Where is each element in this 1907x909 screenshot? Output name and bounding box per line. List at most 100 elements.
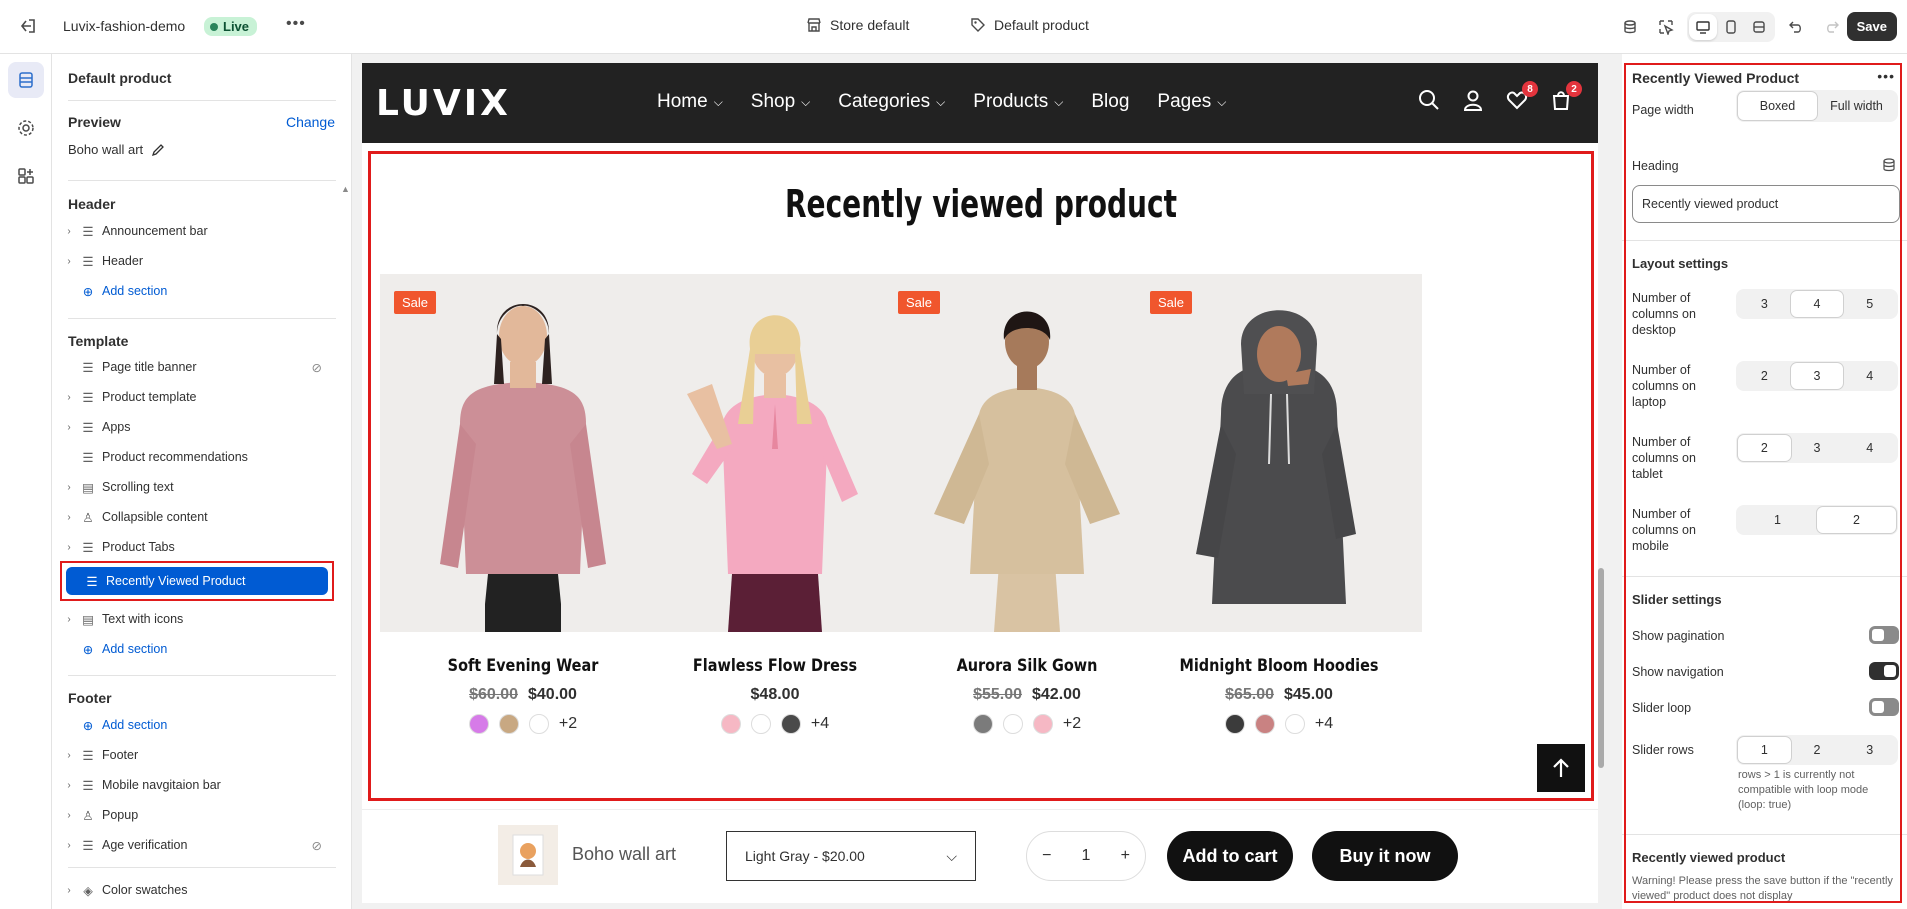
section-announcement-bar[interactable]: › ☰ Announcement bar	[62, 217, 332, 245]
more-swatches[interactable]: +2	[559, 715, 577, 733]
option-boxed[interactable]: Boxed	[1738, 92, 1817, 120]
inspector-icon[interactable]	[1651, 12, 1681, 42]
hidden-eye-icon[interactable]: ⊘	[312, 838, 322, 853]
mobile-icon[interactable]	[1717, 14, 1745, 40]
heading-input[interactable]: Recently viewed product	[1632, 185, 1900, 223]
option-3[interactable]: 3	[1791, 435, 1844, 461]
chevron-right-icon[interactable]: ›	[62, 482, 76, 493]
chevron-right-icon[interactable]: ›	[62, 226, 76, 237]
chevron-right-icon[interactable]: ›	[62, 840, 76, 851]
swatch[interactable]	[1254, 714, 1275, 734]
quantity-value[interactable]: 1	[1082, 847, 1091, 865]
nav-pages[interactable]: Pages ⌵	[1157, 91, 1226, 113]
swatch[interactable]	[498, 714, 519, 734]
option-3[interactable]: 3	[1790, 363, 1844, 389]
swatch[interactable]	[780, 714, 801, 734]
back-to-top-button[interactable]	[1537, 744, 1585, 792]
option-2[interactable]: 2	[1738, 363, 1791, 389]
add-section-footer[interactable]: ⊕ Add section	[62, 711, 332, 739]
option-1[interactable]: 1	[1738, 737, 1791, 763]
product-card[interactable]: Sale Soft Evening Wear $60.00 $40.00 +2	[380, 274, 666, 734]
more-swatches[interactable]: +4	[1315, 715, 1333, 733]
preview-scrollbar[interactable]	[1596, 63, 1606, 903]
theme-selector[interactable]: Store default	[806, 17, 909, 33]
swatch[interactable]	[972, 714, 993, 734]
swatch[interactable]	[1284, 714, 1305, 734]
product-name[interactable]: Soft Evening Wear	[401, 656, 644, 676]
more-swatches[interactable]: +4	[811, 715, 829, 733]
section-product-template[interactable]: › ☰ Product template	[62, 383, 332, 411]
template-selector[interactable]: Default product	[970, 17, 1089, 33]
option-2[interactable]: 2	[1791, 737, 1844, 763]
option-5[interactable]: 5	[1843, 291, 1896, 317]
fullscreen-icon[interactable]	[1745, 14, 1773, 40]
chevron-right-icon[interactable]: ›	[62, 422, 76, 433]
setting-color-swatches[interactable]: › ◈ Color swatches	[62, 876, 332, 904]
nav-blog[interactable]: Blog	[1091, 91, 1129, 113]
buy-now-button[interactable]: Buy it now	[1312, 831, 1458, 881]
sections-icon[interactable]	[8, 62, 44, 98]
section-mobile-navigation-bar[interactable]: › ☰ Mobile navgitaion bar	[62, 771, 332, 799]
section-apps[interactable]: › ☰ Apps	[62, 413, 332, 441]
section-product-recommendations[interactable]: ☰ Product recommendations	[62, 443, 332, 471]
variant-select[interactable]: Light Gray - $20.00 ⌵	[726, 831, 976, 881]
section-scrolling-text[interactable]: › ▤ Scrolling text	[62, 473, 332, 501]
more-icon[interactable]: •••	[1877, 68, 1895, 84]
chevron-right-icon[interactable]: ›	[62, 512, 76, 523]
option-3[interactable]: 3	[1843, 737, 1896, 763]
swatch[interactable]	[750, 714, 771, 734]
swatch[interactable]	[1224, 714, 1245, 734]
swatch[interactable]	[1032, 714, 1053, 734]
undo-icon[interactable]	[1781, 12, 1811, 42]
product-name[interactable]: Flawless Flow Dress	[653, 656, 896, 676]
slider-loop-toggle[interactable]	[1869, 698, 1899, 716]
nav-categories[interactable]: Categories ⌵	[838, 91, 945, 113]
swatch[interactable]	[468, 714, 489, 734]
chevron-right-icon[interactable]: ›	[62, 256, 76, 267]
product-image[interactable]: Sale	[1136, 274, 1422, 632]
chevron-right-icon[interactable]: ›	[62, 614, 76, 625]
chevron-right-icon[interactable]: ›	[62, 885, 76, 896]
chevron-right-icon[interactable]: ›	[62, 392, 76, 403]
exit-icon[interactable]	[18, 16, 38, 36]
plus-icon[interactable]: +	[1121, 847, 1130, 865]
product-name[interactable]: Midnight Bloom Hoodies	[1157, 656, 1400, 676]
dynamic-source-icon[interactable]	[1883, 158, 1895, 177]
swatch[interactable]	[528, 714, 549, 734]
settings-gear-icon[interactable]	[8, 110, 44, 146]
redo-icon[interactable]	[1817, 12, 1847, 42]
desktop-icon[interactable]	[1689, 14, 1717, 40]
chevron-right-icon[interactable]: ›	[62, 542, 76, 553]
section-header[interactable]: › ☰ Header	[62, 247, 332, 275]
option-1[interactable]: 1	[1738, 507, 1817, 533]
option-4[interactable]: 4	[1790, 291, 1844, 317]
section-footer[interactable]: › ☰ Footer	[62, 741, 332, 769]
section-age-verification[interactable]: › ☰ Age verification ⊘	[62, 831, 332, 859]
search-icon[interactable]	[1418, 89, 1442, 113]
swatch[interactable]	[1002, 714, 1023, 734]
chevron-right-icon[interactable]: ›	[62, 780, 76, 791]
scrollbar-thumb[interactable]	[1598, 568, 1604, 768]
option-3[interactable]: 3	[1738, 291, 1791, 317]
add-to-cart-button[interactable]: Add to cart	[1167, 831, 1293, 881]
show-pagination-toggle[interactable]	[1869, 626, 1899, 644]
option-2[interactable]: 2	[1817, 507, 1896, 533]
account-icon[interactable]	[1462, 89, 1486, 113]
database-icon[interactable]	[1615, 12, 1645, 42]
add-section-header[interactable]: ⊕ Add section	[62, 277, 332, 305]
change-preview-link[interactable]: Change	[286, 114, 335, 130]
minus-icon[interactable]: −	[1042, 847, 1051, 865]
product-image[interactable]: Sale	[380, 274, 666, 632]
product-card[interactable]: Sale Midnight Bloom Hoodies $65.00 $45.00…	[1136, 274, 1422, 734]
nav-products[interactable]: Products ⌵	[973, 91, 1063, 113]
section-product-tabs[interactable]: › ☰ Product Tabs	[62, 533, 332, 561]
option-2[interactable]: 2	[1738, 435, 1791, 461]
add-section-template[interactable]: ⊕ Add section	[62, 635, 332, 663]
show-navigation-toggle[interactable]	[1869, 662, 1899, 680]
cart-icon[interactable]: 2	[1550, 81, 1582, 113]
chevron-right-icon[interactable]: ›	[62, 750, 76, 761]
section-page-title-banner[interactable]: ☰ Page title banner ⊘	[62, 353, 332, 381]
product-name[interactable]: Aurora Silk Gown	[905, 656, 1148, 676]
more-icon[interactable]: •••	[286, 15, 306, 33]
apps-icon[interactable]	[8, 158, 44, 194]
